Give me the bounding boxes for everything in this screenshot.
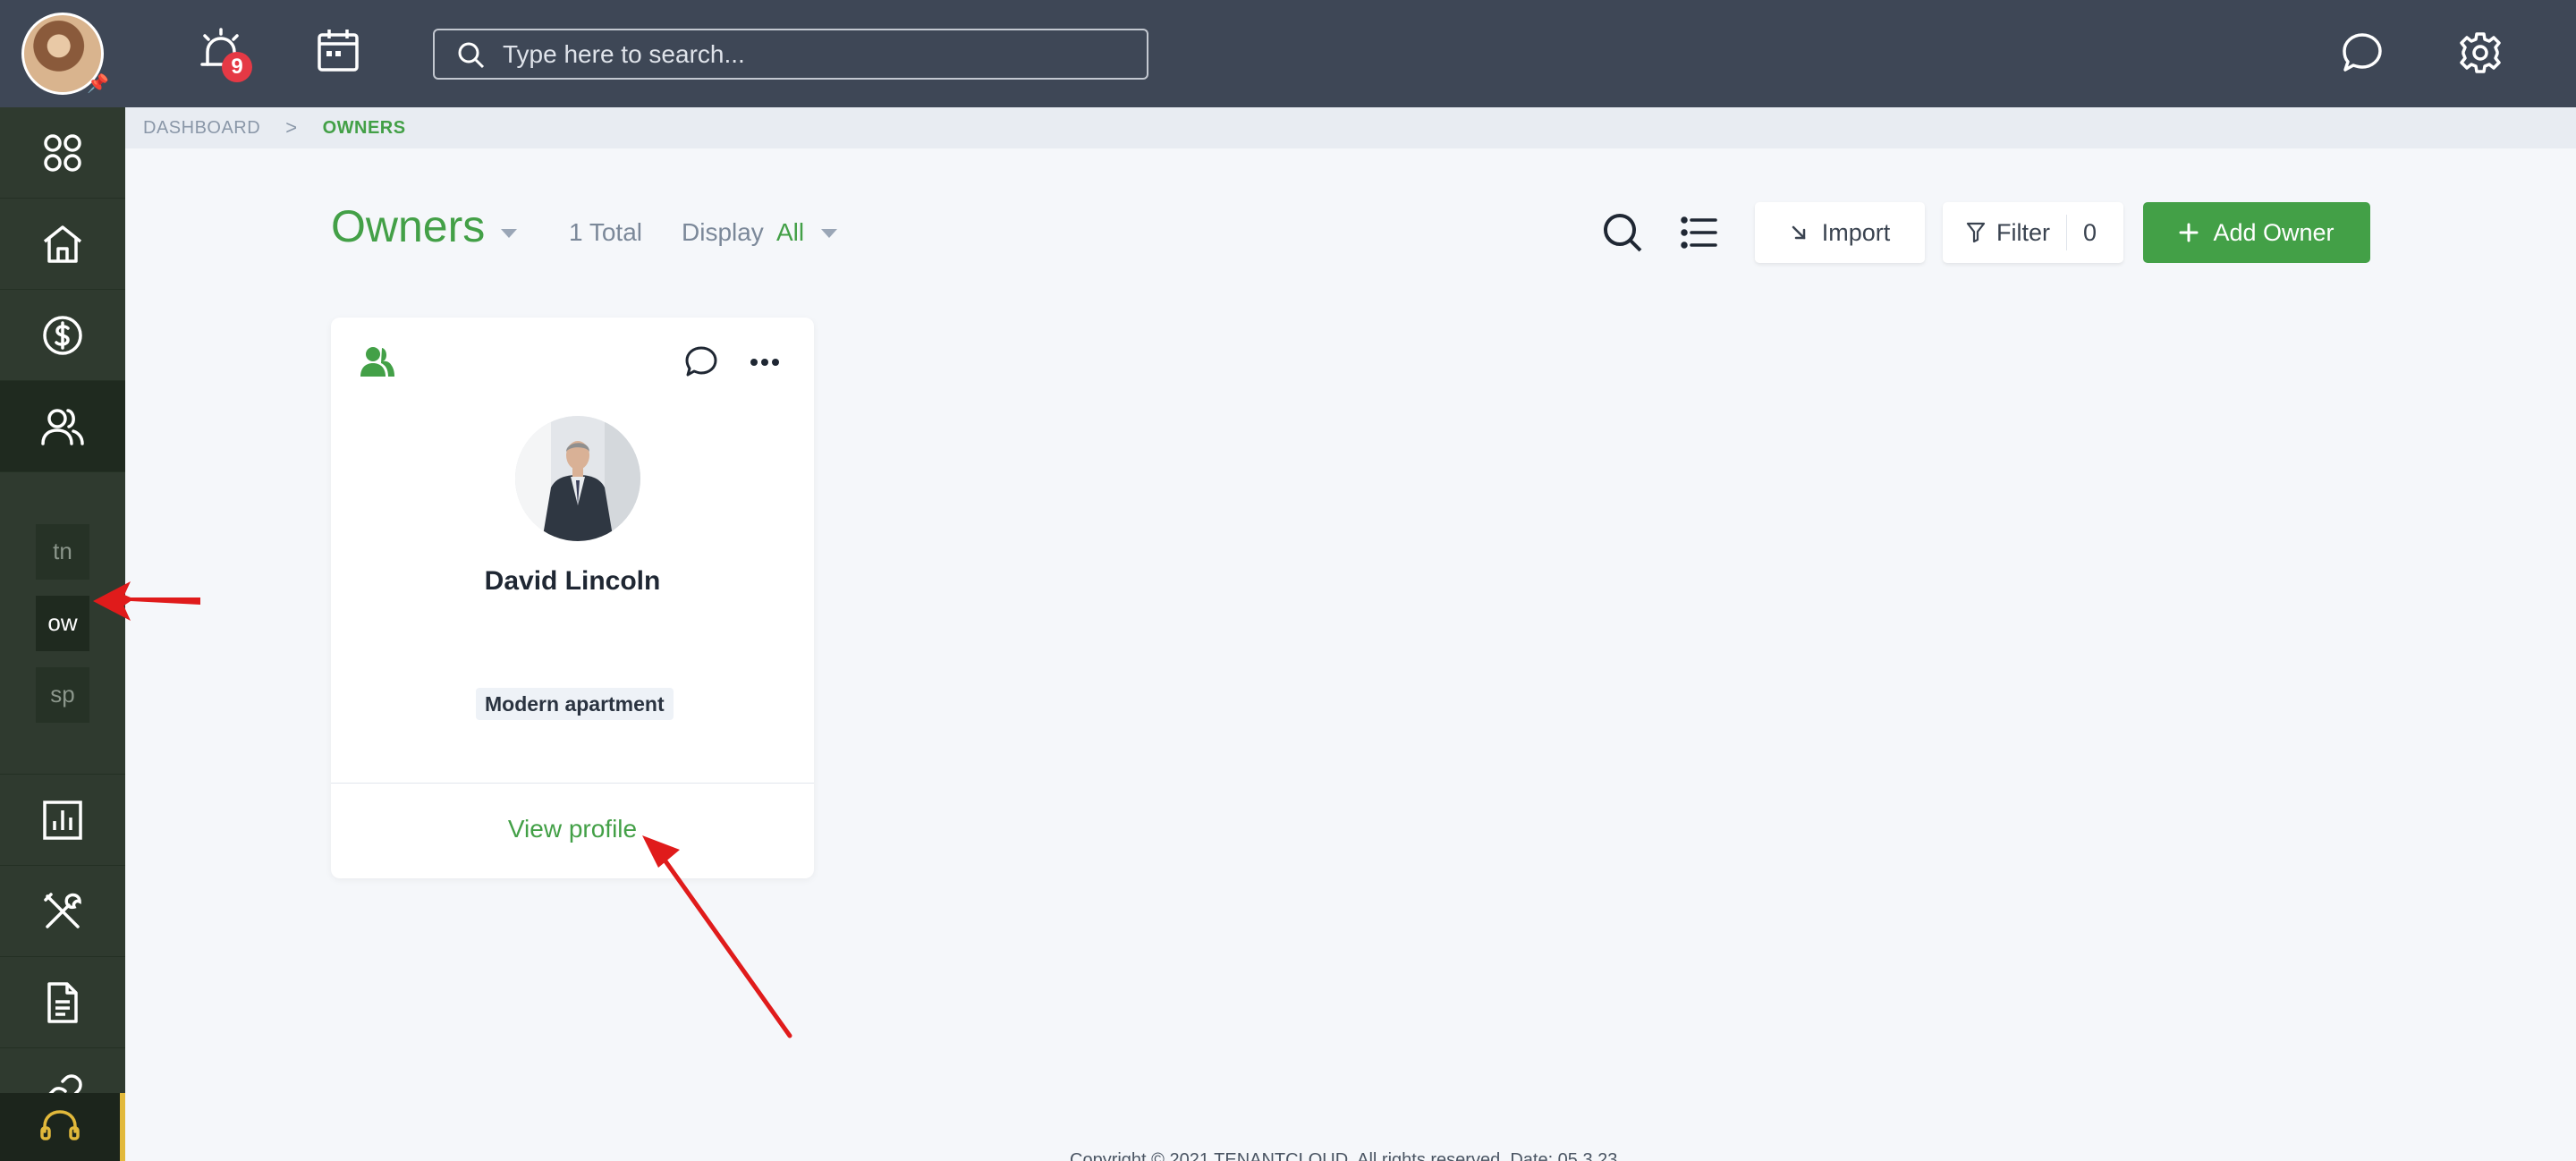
sidebar-item-documents[interactable]: [0, 957, 125, 1048]
list-icon: [1681, 216, 1717, 249]
breadcrumb-owners: OWNERS: [322, 117, 406, 138]
topbar: 9: [125, 0, 2576, 107]
import-button[interactable]: Import: [1755, 202, 1925, 263]
sidebar-item-accounting[interactable]: [0, 290, 125, 381]
owner-photo[interactable]: [515, 416, 640, 541]
owner-person-icon: [360, 347, 394, 377]
import-arrow-icon: [1792, 225, 1805, 240]
sidebar-item-reports[interactable]: [0, 775, 125, 866]
sub-item-tenants[interactable]: tn: [36, 523, 89, 580]
pin-icon[interactable]: 📌: [87, 72, 109, 95]
breadcrumb-separator: >: [285, 116, 298, 139]
import-label: Import: [1821, 218, 1891, 246]
total-count: 1 Total: [569, 218, 642, 246]
search-icon: [1604, 214, 1642, 252]
users-submenu: tn ow sp: [0, 472, 125, 775]
property-tag[interactable]: Modern apartment: [476, 688, 674, 720]
footer-copyright: Copyright © 2021 TENANTCLOUD. All rights…: [1070, 1150, 1618, 1161]
document-icon: [47, 981, 78, 1023]
settings-button[interactable]: [2458, 30, 2503, 80]
calendar-icon: [318, 30, 359, 72]
search-toggle-button[interactable]: [1601, 211, 1644, 258]
dollar-icon: [43, 315, 82, 355]
sub-item-owners[interactable]: ow: [36, 595, 89, 651]
owner-name: David Lincoln: [484, 566, 661, 596]
sidebar-item-apps[interactable]: [0, 107, 125, 199]
sidebar: 📌 tn ow sp: [0, 0, 125, 1161]
sidebar-item-home[interactable]: [0, 199, 125, 290]
user-avatar-area[interactable]: 📌: [0, 0, 125, 107]
more-dots-icon: [750, 359, 779, 366]
add-owner-button[interactable]: Add Owner: [2143, 202, 2370, 263]
gear-icon: [2460, 32, 2501, 73]
chat-icon: [685, 346, 717, 377]
display-dropdown-caret-icon[interactable]: [821, 229, 837, 238]
notification-badge: 9: [222, 52, 252, 82]
filter-divider: [2066, 215, 2067, 250]
message-owner-button[interactable]: [683, 344, 719, 385]
search-box[interactable]: [433, 29, 1148, 80]
sidebar-item-users[interactable]: [0, 381, 125, 472]
sidebar-item-maintenance[interactable]: [0, 866, 125, 957]
search-icon: [458, 42, 485, 68]
filter-button[interactable]: Filter 0: [1943, 202, 2123, 263]
chart-icon: [43, 800, 82, 840]
filter-count: 0: [2083, 218, 2097, 246]
calendar-button[interactable]: [315, 27, 361, 78]
plus-icon: [2179, 223, 2199, 242]
sidebar-item-support[interactable]: [0, 1093, 125, 1161]
add-owner-label: Add Owner: [2213, 218, 2334, 246]
sub-item-service-pros[interactable]: sp: [36, 666, 89, 723]
card-divider: [331, 783, 814, 784]
owner-portrait-image: [515, 416, 640, 541]
filter-icon: [1966, 222, 1986, 243]
view-profile-link[interactable]: View profile: [331, 815, 814, 843]
breadcrumb: DASHBOARD > OWNERS: [125, 107, 2576, 148]
breadcrumb-dashboard[interactable]: DASHBOARD: [143, 118, 260, 139]
headset-icon: [40, 1110, 80, 1140]
home-icon: [43, 225, 82, 263]
list-view-button[interactable]: [1680, 215, 1719, 255]
chat-icon: [2343, 33, 2382, 72]
more-options-button[interactable]: [750, 355, 780, 371]
owner-card: David Lincoln Modern apartment View prof…: [331, 318, 814, 878]
owner-type-icon: [360, 344, 395, 385]
filter-label: Filter: [1996, 218, 2050, 246]
apps-icon: [44, 133, 81, 172]
users-icon: [41, 408, 84, 445]
display-label: Display: [682, 218, 764, 246]
tools-icon: [44, 892, 81, 928]
title-dropdown-caret-icon[interactable]: [501, 229, 517, 238]
messages-button[interactable]: [2340, 30, 2385, 80]
search-input[interactable]: [503, 39, 1129, 69]
display-filter-value[interactable]: All: [776, 218, 804, 247]
page-title[interactable]: Owners: [331, 200, 485, 252]
